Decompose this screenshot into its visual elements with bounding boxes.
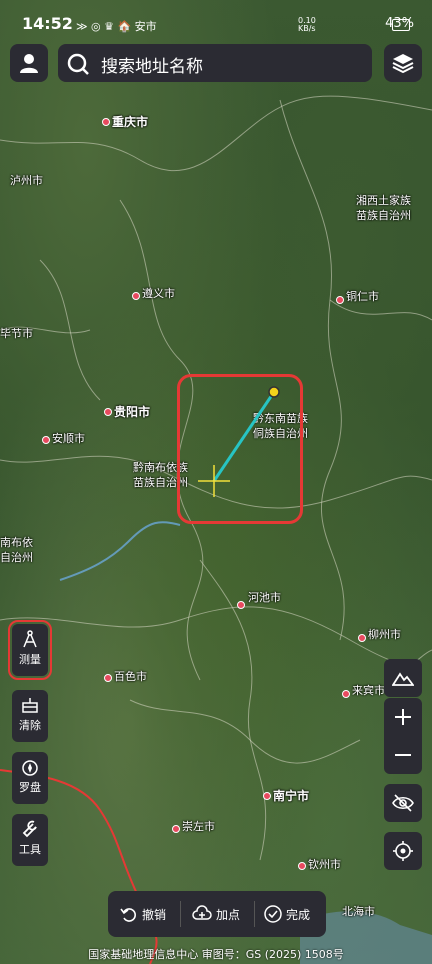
mountain-icon [392,672,414,686]
done-label: 完成 [286,907,311,922]
measure-label: 测量 [19,653,41,666]
status-bar: 14:52 ≫ ◎ ♛ 🏠 安市 0.10 KB/s 43% [0,0,432,40]
done-button[interactable]: 完成 [264,891,310,937]
compass-button[interactable]: 罗盘 [12,752,48,804]
search-bar[interactable]: 搜索地址名称 [58,44,372,82]
compass-label: 罗盘 [19,781,41,794]
satellite-map[interactable]: 重庆市 泸州市 湘西土家族 苗族自治州 遵义市 铜仁市 毕节市 贵阳市 黔东南苗… [0,0,432,964]
status-time: 14:52 [22,14,73,33]
zoom-out-button[interactable] [384,736,422,774]
locate-button[interactable] [384,832,422,870]
add-point-button[interactable]: 加点 [192,891,240,937]
measure-highlight [177,374,303,524]
visibility-button[interactable] [384,784,422,822]
tools-button[interactable]: 工具 [12,814,48,866]
clear-button[interactable]: 清除 [12,690,48,742]
search-icon [67,53,89,75]
locate-icon [393,841,413,861]
check-circle-icon [264,905,282,923]
eye-off-icon [392,794,414,812]
search-input[interactable]: 搜索地址名称 [101,52,203,77]
eraser-icon [22,698,38,713]
status-icons: ≫ ◎ ♛ 🏠 安市 [76,20,157,33]
user-icon [20,54,38,73]
wrench-icon [22,820,37,838]
user-button[interactable] [10,44,48,82]
compass-icon [22,760,38,776]
measure-toolbar: 撤销 加点 完成 [108,891,326,937]
clear-label: 清除 [19,719,41,732]
minus-icon [395,754,411,756]
divider [254,901,255,927]
layers-icon [392,54,414,74]
compass-divider-icon [23,630,37,648]
measure-button[interactable]: 测量 [8,620,52,680]
terrain-button[interactable] [384,659,422,697]
divider [180,901,181,927]
network-speed: 0.10 KB/s [298,16,316,33]
map-attribution: 国家基础地理信息中心 审图号：GS (2025) 1508号 [88,948,344,961]
zoom-in-button[interactable] [384,698,422,736]
undo-label: 撤销 [142,907,167,922]
layers-button[interactable] [384,44,422,82]
battery-icon [392,19,410,31]
add-point-label: 加点 [216,907,241,922]
undo-icon [120,908,136,922]
plus-icon [395,709,411,725]
cloud-add-icon [192,905,212,920]
undo-button[interactable]: 撤销 [120,891,166,937]
tools-label: 工具 [19,843,41,856]
